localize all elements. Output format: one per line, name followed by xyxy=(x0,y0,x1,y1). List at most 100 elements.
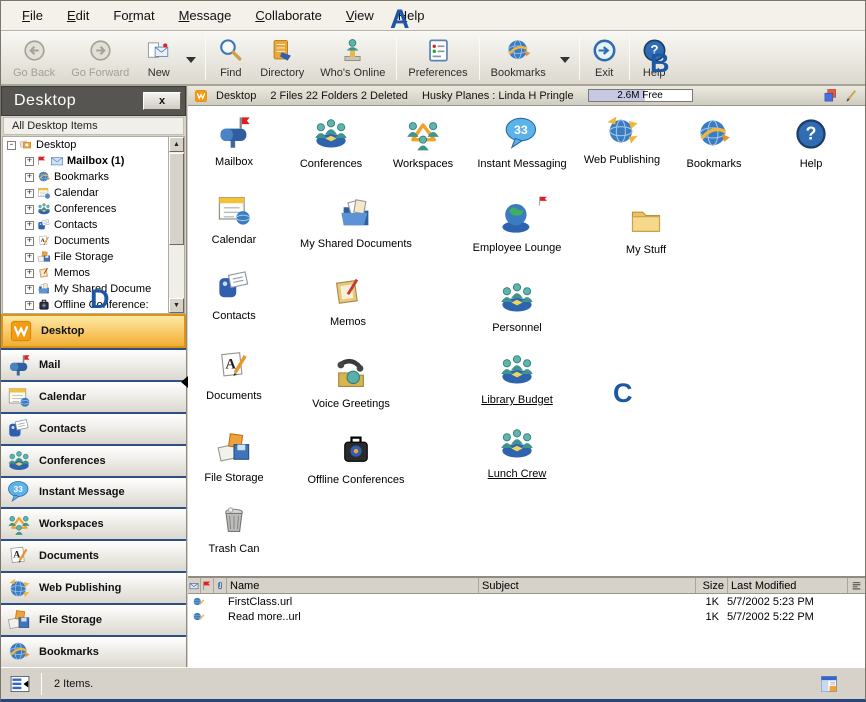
expand-box-icon[interactable]: + xyxy=(25,253,34,262)
tree-item-documents[interactable]: +ADocuments xyxy=(3,233,184,249)
expand-box-icon[interactable]: + xyxy=(25,189,34,198)
scrollbar-thumb[interactable] xyxy=(169,153,184,245)
desktop-icon-offline-conferences[interactable]: Offline Conferences xyxy=(298,432,414,486)
main-header: Desktop 2 Files 22 Folders 2 Deleted Hus… xyxy=(188,86,865,106)
tree-item-contacts[interactable]: + Contacts xyxy=(3,217,184,233)
globe-icon xyxy=(7,640,31,664)
desktop-icon-my-shared-documents[interactable]: My Shared Documents xyxy=(298,196,414,250)
sidebar-item-calendar[interactable]: Calendar xyxy=(1,380,186,412)
bookmarks-button[interactable]: Bookmarks xyxy=(483,33,554,83)
expand-box-icon[interactable]: + xyxy=(25,301,34,310)
desktop-icon-help[interactable]: ?Help xyxy=(753,116,865,170)
sidebar-collapse-handle[interactable] xyxy=(181,376,188,388)
all-desktop-items-bar[interactable]: All Desktop Items xyxy=(3,117,184,135)
toolbar-button-label: Go Back xyxy=(13,67,55,79)
menu-edit[interactable]: Edit xyxy=(56,4,100,27)
menu-file[interactable]: File xyxy=(11,4,54,27)
new-button[interactable]: New xyxy=(137,33,180,83)
tree-item-bookmarks[interactable]: + Bookmarks xyxy=(3,169,184,185)
tree-item-file-storage[interactable]: +File Storage xyxy=(3,249,184,265)
find-button[interactable]: Find xyxy=(209,33,252,83)
folder-stats: 2 Files 22 Folders 2 Deleted xyxy=(270,90,408,102)
tree-item-mailbox-1-[interactable]: +Mailbox (1) xyxy=(3,153,184,169)
go-forward-button[interactable]: Go Forward xyxy=(63,33,137,83)
menu-collaborate[interactable]: Collaborate xyxy=(244,4,333,27)
sidebar-item-instant-message[interactable]: 33Instant Message xyxy=(1,476,186,508)
expand-box-icon[interactable]: + xyxy=(25,157,34,166)
desktop-icon-personnel[interactable]: Personnel xyxy=(459,280,575,334)
directory-button[interactable]: Directory xyxy=(252,33,312,83)
desktop-icon-instant-messaging[interactable]: 33Instant Messaging xyxy=(464,116,580,170)
flag-column-icon[interactable] xyxy=(201,578,214,593)
desktop-icon-employee-lounge[interactable]: Employee Lounge xyxy=(459,200,575,254)
sidebar-item-mail[interactable]: Mail xyxy=(1,348,186,380)
tree-item-calendar[interactable]: +Calendar xyxy=(3,185,184,201)
desktop-icon-file-storage[interactable]: File Storage xyxy=(188,430,292,484)
column-header-size[interactable]: Size xyxy=(696,578,728,593)
sidebar-item-documents[interactable]: ADocuments xyxy=(1,539,186,571)
desktop-icon-documents[interactable]: ADocuments xyxy=(188,348,292,402)
tree-scrollbar[interactable]: ▲ ▼ xyxy=(168,137,184,313)
expand-box-icon[interactable]: + xyxy=(25,221,34,230)
desktop-icon-calendar[interactable]: Calendar xyxy=(188,192,292,246)
expand-box-icon[interactable]: + xyxy=(25,269,34,278)
preferences-button[interactable]: Preferences xyxy=(400,33,475,83)
toolbar-separator xyxy=(479,36,480,80)
sidebar-item-label: File Storage xyxy=(39,614,102,626)
column-header-modified[interactable]: Last Modified xyxy=(728,578,848,593)
tree-item-label: Bookmarks xyxy=(54,171,109,183)
tree-item-desktop[interactable]: -Desktop xyxy=(3,137,184,153)
webpub-icon xyxy=(7,576,31,600)
desktop-icon-my-stuff[interactable]: My Stuff xyxy=(588,202,704,256)
sidebar-item-workspaces[interactable]: Workspaces xyxy=(1,507,186,539)
dropdown-arrow-icon[interactable] xyxy=(180,33,202,83)
expand-box-icon[interactable]: + xyxy=(25,237,34,246)
column-header-subject[interactable]: Subject xyxy=(479,578,696,593)
tree-item-memos[interactable]: +Memos xyxy=(3,265,184,281)
desktop-icon-trash-can[interactable]: Trash Can xyxy=(188,501,292,555)
sidebar-item-conferences[interactable]: Conferences xyxy=(1,444,186,476)
dropdown-arrow-icon[interactable] xyxy=(554,33,576,83)
sidebar-item-web-publishing[interactable]: Web Publishing xyxy=(1,571,186,603)
column-header-name[interactable]: Name xyxy=(227,578,479,593)
scroll-up-button[interactable]: ▲ xyxy=(169,137,184,152)
menu-message[interactable]: Message xyxy=(168,4,243,27)
go-back-button[interactable]: Go Back xyxy=(5,33,63,83)
scroll-down-button[interactable]: ▼ xyxy=(169,298,184,313)
sidebar: Desktop x All Desktop Items -Desktop+Mai… xyxy=(1,86,187,667)
panel-close-button[interactable]: x xyxy=(143,92,181,110)
edit-pencil-icon[interactable] xyxy=(844,88,859,103)
tree-item-conferences[interactable]: +Conferences xyxy=(3,201,184,217)
expand-box-icon[interactable]: + xyxy=(25,205,34,214)
toolbar-button-label: Bookmarks xyxy=(491,67,546,79)
desktop-icon-lunch-crew[interactable]: Lunch Crew xyxy=(459,426,575,480)
desktop-icon-contacts[interactable]: Contacts xyxy=(188,268,292,322)
tree-item-label: Contacts xyxy=(54,219,97,231)
desktop-icon-memos[interactable]: Memos xyxy=(290,274,406,328)
split-view-icon[interactable] xyxy=(819,674,839,694)
envelope-column-icon[interactable] xyxy=(188,578,201,593)
collapse-box-icon[interactable]: - xyxy=(7,141,16,150)
file-row-read-more-url[interactable]: Read more..url1K5/7/2002 5:22 PM xyxy=(188,609,865,624)
view-properties-icon[interactable] xyxy=(823,88,838,103)
sidebar-item-bookmarks[interactable]: Bookmarks xyxy=(1,635,186,667)
sidebar-item-desktop[interactable]: Desktop xyxy=(1,314,186,348)
expand-box-icon[interactable]: + xyxy=(25,285,34,294)
sidebar-item-file-storage[interactable]: File Storage xyxy=(1,603,186,635)
attachment-column-icon[interactable] xyxy=(214,578,227,593)
expand-box-icon[interactable]: + xyxy=(25,173,34,182)
menu-view[interactable]: View xyxy=(335,4,385,27)
annotation-c: C xyxy=(613,378,633,409)
desktop-icon-voice-greetings[interactable]: Voice Greetings xyxy=(293,356,409,410)
exit-button[interactable]: Exit xyxy=(583,33,626,83)
toggle-panel-icon[interactable] xyxy=(9,673,31,695)
who-s-online-button[interactable]: Who's Online xyxy=(312,33,393,83)
storage-icon xyxy=(7,608,31,632)
sidebar-item-contacts[interactable]: Contacts xyxy=(1,412,186,444)
file-row-firstclass-url[interactable]: FirstClass.url1K5/7/2002 5:23 PM xyxy=(188,594,865,609)
desktop-icon-library-budget[interactable]: Library Budget xyxy=(459,352,575,406)
menu-format[interactable]: Format xyxy=(102,4,165,27)
main-title: Desktop xyxy=(216,90,256,102)
globe-icon xyxy=(696,116,732,152)
column-menu-icon[interactable] xyxy=(848,578,865,593)
